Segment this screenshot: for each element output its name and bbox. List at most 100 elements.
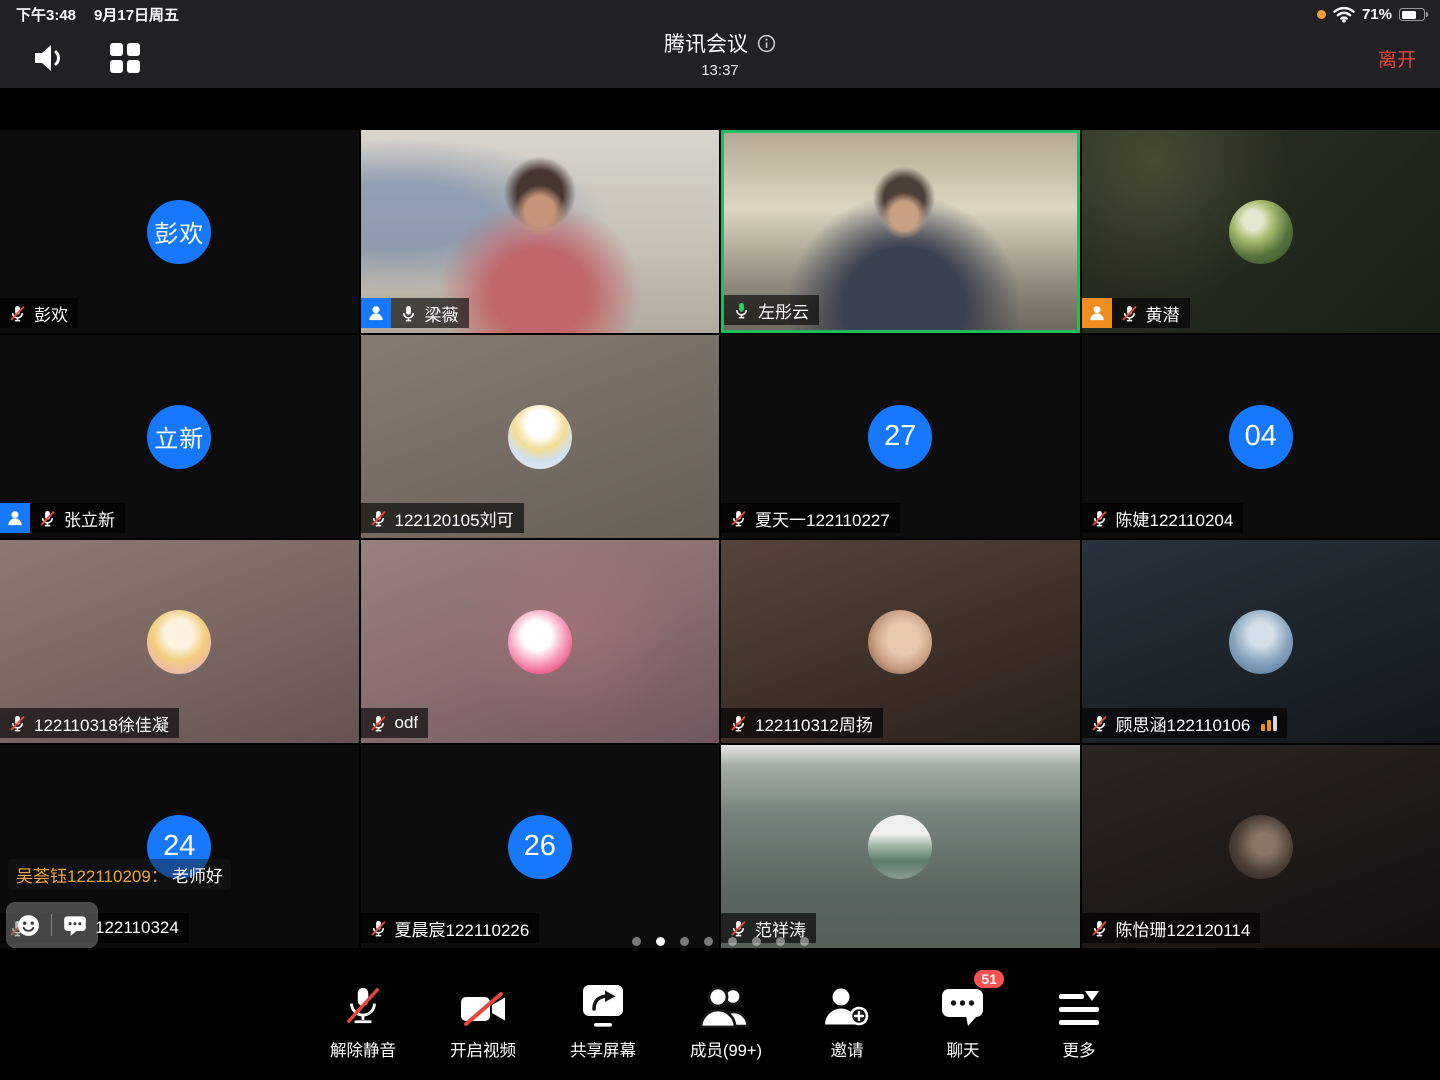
participant-name: 122120105刘可 xyxy=(395,506,514,531)
avatar: 04 xyxy=(1229,405,1293,469)
avatar xyxy=(868,610,932,674)
share-screen-label: 共享屏幕 xyxy=(570,1037,636,1061)
share-screen-button[interactable]: 共享屏幕 xyxy=(570,980,636,1061)
camera-muted-icon xyxy=(459,990,507,1028)
participant-tile-xuJianing[interactable]: 122110318徐佳凝 xyxy=(0,540,359,743)
members-icon xyxy=(700,984,752,1028)
mic-muted-icon xyxy=(1090,509,1109,528)
participant-name: 顾思涵122110106 xyxy=(1116,711,1251,736)
mic-muted-icon xyxy=(729,509,748,528)
participant-tile-zhouYang[interactable]: 122110312周扬 xyxy=(721,540,1080,743)
chat-message-overlay: 吴荟钰122110209：老师好 xyxy=(8,859,231,890)
participant-tile-guSihan[interactable]: 顾思涵122110106 xyxy=(1082,540,1440,743)
participant-tile-fanXiangtao[interactable]: 范祥涛 xyxy=(721,745,1080,948)
meeting-screen: 下午3:48 9月17日周五 71% 腾讯会 xyxy=(0,0,1440,1080)
participant-tile-huangQian[interactable]: 黄潜 xyxy=(1082,130,1440,333)
network-signal-icon xyxy=(1261,716,1277,731)
host-badge-person-icon xyxy=(361,298,391,328)
participant-tile-xiaChenchen[interactable]: 26 夏晨宸122110226 xyxy=(361,745,720,948)
chat-button[interactable]: 51 聊天 xyxy=(932,980,994,1061)
unmute-button[interactable]: 解除静音 xyxy=(330,980,396,1061)
mic-muted-icon xyxy=(1120,304,1139,323)
invite-label: 邀请 xyxy=(830,1037,863,1061)
page-dot xyxy=(776,937,785,946)
chat-label: 聊天 xyxy=(946,1037,979,1061)
divider xyxy=(51,914,52,936)
chat-text: 老师好 xyxy=(172,867,223,886)
chat-unread-badge: 51 xyxy=(974,970,1004,988)
participant-name: 张立新 xyxy=(64,506,115,531)
participant-tile-122110324[interactable]: 24 吴荟钰122110209：老师好 122110324 xyxy=(0,745,359,948)
avatar: 立新 xyxy=(147,405,211,469)
host-badge-person-icon xyxy=(1082,298,1112,328)
participant-tile-liuKe[interactable]: 122120105刘可 xyxy=(361,335,720,538)
status-left: 下午3:48 9月17日周五 xyxy=(16,4,179,25)
participant-grid: 彭欢 彭欢 梁薇 左彤云 xyxy=(0,130,1440,948)
participant-name: 左彤云 xyxy=(758,298,809,323)
participant-tile-zuoTongyun[interactable]: 左彤云 xyxy=(721,130,1080,333)
mic-muted-icon xyxy=(729,919,748,938)
avatar xyxy=(1229,610,1293,674)
participant-name: 122110312周扬 xyxy=(755,711,873,736)
participant-name: 黄潜 xyxy=(1146,301,1180,326)
wifi-icon xyxy=(1333,6,1355,23)
participant-name: 梁薇 xyxy=(425,301,459,326)
bottom-toolbar: 解除静音 开启视频 共享屏幕 xyxy=(0,980,1440,1061)
avatar xyxy=(1229,815,1293,879)
avatar xyxy=(1229,200,1293,264)
chat-sender: 吴荟钰122110209： xyxy=(16,867,168,886)
battery-percent: 71% xyxy=(1362,6,1392,23)
members-button[interactable]: 成员(99+) xyxy=(690,980,762,1061)
avatar xyxy=(147,610,211,674)
mic-muted-icon xyxy=(1090,714,1109,733)
more-icon xyxy=(1059,991,1099,1028)
start-video-label: 开启视频 xyxy=(450,1037,516,1061)
participant-tile-odf[interactable]: odf xyxy=(361,540,720,743)
invite-button[interactable]: 邀请 xyxy=(816,980,878,1061)
top-bar: 下午3:48 9月17日周五 71% 腾讯会 xyxy=(0,0,1440,88)
page-dot xyxy=(752,937,761,946)
meeting-title: 腾讯会议 xyxy=(664,28,748,58)
more-label: 更多 xyxy=(1062,1037,1095,1061)
page-indicator xyxy=(0,937,1440,946)
page-dot-active xyxy=(656,937,665,946)
participant-tile-zhangLixin[interactable]: 立新 张立新 xyxy=(0,335,359,538)
meeting-elapsed-time: 13:37 xyxy=(0,62,1440,79)
participant-name: 夏天一122110227 xyxy=(755,506,890,531)
participant-tile-chenYishan[interactable]: 陈怡珊122120114 xyxy=(1082,745,1440,948)
participant-name: 122110324 xyxy=(95,918,179,938)
more-button[interactable]: 更多 xyxy=(1048,980,1110,1061)
participant-tile-xiaTianyi[interactable]: 27 夏天一122110227 xyxy=(721,335,1080,538)
chat-bubble-icon[interactable] xyxy=(62,912,88,938)
mic-speaking-icon xyxy=(732,301,751,320)
page-dot xyxy=(680,937,689,946)
participant-name: 122110318徐佳凝 xyxy=(34,711,169,736)
participant-tile-liangWei[interactable]: 梁薇 xyxy=(361,130,720,333)
avatar: 彭欢 xyxy=(147,200,211,264)
status-date: 9月17日周五 xyxy=(94,4,179,25)
participant-tile-chenJie[interactable]: 04 陈婕122110204 xyxy=(1082,335,1440,538)
invite-icon xyxy=(824,986,870,1028)
page-dot xyxy=(728,937,737,946)
mic-muted-icon xyxy=(369,714,388,733)
avatar xyxy=(508,405,572,469)
leave-button[interactable]: 离开 xyxy=(1378,45,1416,72)
start-video-button[interactable]: 开启视频 xyxy=(450,980,516,1061)
avatar: 27 xyxy=(868,405,932,469)
smiley-icon[interactable] xyxy=(16,913,41,938)
avatar xyxy=(508,610,572,674)
unmute-label: 解除静音 xyxy=(330,1037,396,1061)
chat-icon xyxy=(940,984,986,1028)
status-right: 71% xyxy=(1317,6,1428,23)
participant-name: 彭欢 xyxy=(34,301,68,326)
participant-name: odf xyxy=(395,713,419,733)
host-badge-person-icon xyxy=(0,503,30,533)
participant-tile-pengHuan[interactable]: 彭欢 彭欢 xyxy=(0,130,359,333)
info-icon[interactable] xyxy=(757,34,776,53)
mic-muted-icon xyxy=(369,919,388,938)
mic-muted-icon xyxy=(8,304,27,323)
page-dot xyxy=(800,937,809,946)
mic-muted-icon xyxy=(369,509,388,528)
mic-in-use-indicator-icon xyxy=(1317,10,1326,19)
mic-muted-icon xyxy=(1090,919,1109,938)
